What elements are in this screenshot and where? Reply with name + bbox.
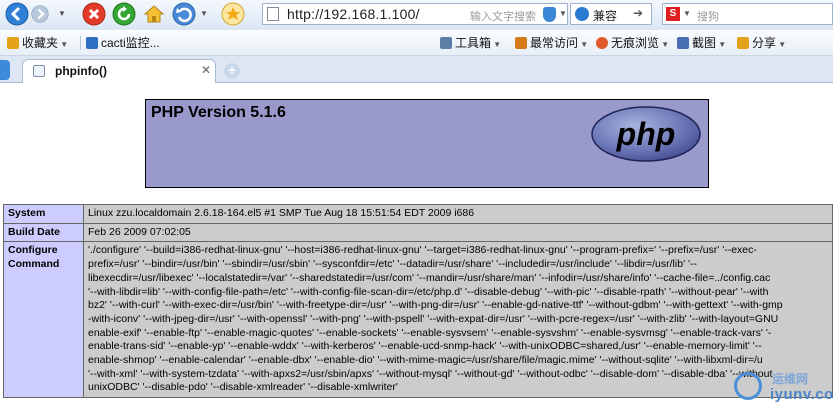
configure-line: '--with-xml' '--with-system-tzdata' '--w…: [88, 367, 773, 380]
table-row: Configure Command './configure' '--build…: [3, 241, 833, 399]
address-bar[interactable]: http://192.168.1.100/ 输入文字搜索 ▼: [262, 3, 568, 25]
undo-icon: [172, 2, 196, 26]
toolbox-label: 工具箱: [455, 36, 492, 50]
tab-bar: phpinfo() ✕ +: [0, 56, 833, 83]
configure-line: libexecdir=/usr/libexec' '--localstatedi…: [88, 271, 771, 284]
share-label: 分享: [752, 36, 777, 50]
configure-line: enable-trans-sid' '--enable-yp' '--enabl…: [88, 340, 762, 353]
info-table: System Linux zzu.localdomain 2.6.18-164.…: [3, 204, 833, 399]
ie-compat-icon: [575, 7, 589, 21]
favorites-bar: 收藏夹 ▼ cacti监控... 工具箱 ▼ 最常访问 ▼ 无痕浏览 ▼ 截图 …: [0, 30, 833, 56]
star-icon: [221, 2, 245, 26]
table-row: System Linux zzu.localdomain 2.6.18-164.…: [3, 204, 833, 224]
compat-mode-button[interactable]: 兼容 ➔: [570, 3, 652, 25]
new-tab-button[interactable]: +: [224, 63, 240, 79]
row-key-configure-command: Configure Command: [3, 241, 84, 399]
favorite-link-label: cacti监控...: [101, 36, 160, 50]
address-dropdown-icon[interactable]: ▼: [559, 9, 567, 18]
page-favicon-icon: [33, 65, 45, 77]
watermark-line2: iyunv.com: [770, 386, 833, 403]
private-browsing-label: 无痕浏览: [611, 36, 660, 50]
toolbox-menu[interactable]: 工具箱 ▼: [440, 34, 501, 51]
php-logo-icon[interactable]: php: [590, 105, 702, 163]
forward-arrow-icon: [31, 5, 49, 23]
security-shield-icon[interactable]: [543, 7, 556, 22]
divider: [80, 36, 81, 50]
page-icon: [267, 7, 279, 21]
toolbox-icon: [440, 37, 452, 49]
most-visited-icon: [515, 37, 527, 49]
configure-line: -with-iconv' '--with-jpeg-dir=/usr' '--w…: [88, 312, 779, 325]
configure-line: enable-exif' '--enable-ftp' '--enable-ma…: [88, 326, 772, 339]
row-key-system: System: [3, 204, 84, 224]
home-button[interactable]: [142, 2, 166, 26]
history-dropdown-icon[interactable]: ▼: [58, 9, 66, 18]
watermark-logo-icon: [734, 372, 762, 400]
stop-icon: [82, 2, 106, 26]
navigation-toolbar: ▼ ▼ http://192.168.1.100/ 输入文字搜索 ▼ 兼容 ➔ …: [0, 0, 833, 30]
configure-line: bz2' '--with-curl' '--with-exec-dir=/usr…: [88, 299, 783, 312]
go-arrow-icon[interactable]: ➔: [633, 6, 643, 20]
sidebar-toggle[interactable]: [0, 60, 10, 80]
screenshot-menu[interactable]: 截图 ▼: [677, 34, 726, 51]
favorite-star-button[interactable]: [221, 2, 245, 26]
table-row: Build Date Feb 26 2009 07:02:05: [3, 222, 833, 243]
tab-phpinfo[interactable]: phpinfo() ✕: [22, 59, 216, 83]
forward-button[interactable]: [31, 5, 49, 23]
configure-line: unixODBC' '--disable-pdo' '--disable-xml…: [88, 381, 398, 394]
back-button[interactable]: [5, 2, 29, 26]
most-visited-label: 最常访问: [530, 36, 579, 50]
close-tab-icon[interactable]: ✕: [201, 63, 211, 77]
search-engine-dropdown-icon[interactable]: ▼: [683, 9, 691, 18]
private-browsing-icon: [596, 37, 608, 49]
row-value-system: Linux zzu.localdomain 2.6.18-164.el5 #1 …: [83, 204, 833, 224]
watermark-line1: 运维网: [772, 372, 809, 386]
private-browsing-menu[interactable]: 无痕浏览 ▼: [596, 34, 669, 51]
scissors-icon: [677, 37, 689, 49]
row-value-build-date: Feb 26 2009 07:02:05: [83, 222, 833, 243]
configure-line: '--with-libdir=lib' '--with-config-file-…: [88, 285, 769, 298]
screenshot-label: 截图: [692, 36, 717, 50]
undo-dropdown-icon[interactable]: ▼: [200, 9, 208, 18]
home-icon: [143, 5, 165, 23]
most-visited-menu[interactable]: 最常访问 ▼: [515, 34, 588, 51]
row-value-configure-command: './configure' '--build=i386-redhat-linux…: [83, 241, 833, 399]
share-icon: [737, 37, 749, 49]
search-box[interactable]: S ▼ 搜狗: [662, 3, 833, 25]
favorite-link-cacti[interactable]: cacti监控...: [86, 34, 160, 51]
refresh-icon: [112, 2, 136, 26]
share-menu[interactable]: 分享 ▼: [737, 34, 786, 51]
cacti-favicon-icon: [86, 37, 98, 49]
configure-line: './configure' '--build=i386-redhat-linux…: [88, 244, 757, 257]
folder-star-icon: [7, 37, 19, 49]
favorites-menu[interactable]: 收藏夹 ▼: [7, 34, 68, 51]
row-key-build-date: Build Date: [3, 222, 84, 243]
configure-line: enable-shmop' '--enable-calendar' '--ena…: [88, 354, 763, 367]
stop-button[interactable]: [82, 2, 106, 26]
search-placeholder[interactable]: 搜狗: [697, 8, 719, 24]
php-version-header: PHP Version 5.1.6 php: [145, 99, 709, 188]
compat-label: 兼容: [593, 9, 618, 23]
php-logo-text: php: [616, 116, 676, 152]
site-watermark: 运维网 iyunv.com: [732, 368, 833, 407]
refresh-button[interactable]: [112, 2, 136, 26]
favorites-label: 收藏夹: [22, 36, 59, 50]
back-arrow-icon: [5, 2, 29, 26]
address-search-placeholder: 输入文字搜索: [470, 11, 536, 23]
page-title: PHP Version 5.1.6: [151, 104, 286, 121]
tab-title: phpinfo(): [55, 64, 107, 78]
configure-line: prefix=/usr' '--bindir=/usr/bin' '--sbin…: [88, 258, 697, 271]
undo-close-button[interactable]: [172, 2, 196, 26]
address-url[interactable]: http://192.168.1.100/: [287, 6, 420, 22]
sogou-search-icon: S: [666, 7, 680, 21]
